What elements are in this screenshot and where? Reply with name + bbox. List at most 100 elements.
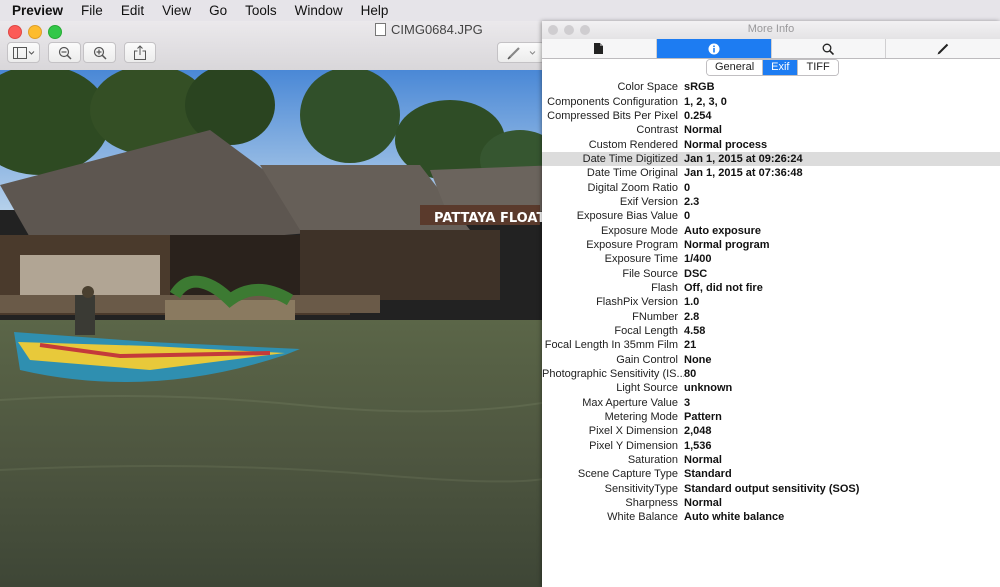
exif-property-value: Normal program [684,238,770,251]
menu-edit[interactable]: Edit [112,0,153,21]
info-panel-titlebar: More Info [542,21,1000,39]
exif-property-value: 1/400 [684,253,712,266]
exif-property-row[interactable]: Compressed Bits Per Pixel 0.254 [542,109,1000,123]
markup-toolbar-button[interactable] [497,42,545,63]
info-icon [708,43,720,54]
exif-property-key: Exposure Time [604,253,678,266]
window-title: CIMG0684.JPG [375,22,483,37]
exif-property-row[interactable]: Pixel X Dimension 2,048 [542,424,1000,438]
sidebar-toggle-button[interactable] [7,42,40,63]
segment-tiff[interactable]: TIFF [798,60,838,75]
menu-window[interactable]: Window [286,0,352,21]
exif-property-row[interactable]: Date Time Digitized Jan 1, 2015 at 09:26:… [542,151,1000,167]
exif-property-value: 4.58 [684,325,706,338]
segment-general[interactable]: General [707,60,764,75]
exif-property-key: SensitivityType [604,482,678,495]
exif-property-row[interactable]: Exif Version 2.3 [542,195,1000,209]
menu-tools[interactable]: Tools [236,0,286,21]
exif-property-row[interactable]: Saturation Normal [542,453,1000,467]
exif-property-value: 3 [684,396,691,409]
jpeg-file-icon [375,23,386,36]
exif-property-row[interactable]: White Balance Auto white balance [542,510,1000,524]
close-window-button[interactable] [8,25,22,39]
exif-property-key: Gain Control [616,353,678,366]
exif-property-value: 2.8 [684,310,700,323]
exif-property-row[interactable]: FlashPix Version 1.0 [542,295,1000,309]
exif-property-value: Jan 1, 2015 at 09:26:24 [684,152,803,165]
exif-property-key: Photographic Sensitivity (IS... [542,368,684,381]
exif-property-row[interactable]: File Source DSC [542,266,1000,280]
tab-annotations[interactable] [886,39,1000,58]
exif-property-row[interactable]: Contrast Normal [542,123,1000,137]
exif-property-row[interactable]: Exposure Mode Auto exposure [542,223,1000,237]
floating-market-photo: PATTAYA FLOATING [0,70,560,587]
exif-property-value: Standard [684,468,732,481]
share-button[interactable] [124,42,156,63]
exif-property-key: FlashPix Version [596,296,678,309]
exif-property-key: Digital Zoom Ratio [587,181,678,194]
exif-property-key: Light Source [616,382,678,395]
exif-property-value: 21 [684,339,697,352]
exif-property-row[interactable]: Metering Mode Pattern [542,410,1000,424]
document-icon [594,43,604,54]
zoom-window-button[interactable] [48,25,62,39]
exif-property-row[interactable]: Focal Length In 35mm Film 21 [542,338,1000,352]
exif-segment-control: General Exif TIFF [706,59,839,76]
exif-property-row[interactable]: Flash Off, did not fire [542,281,1000,295]
tab-keywords[interactable] [772,39,887,58]
exif-property-row[interactable]: Light Source unknown [542,381,1000,395]
exif-property-row[interactable]: Custom Rendered Normal process [542,137,1000,151]
exif-property-value: Standard output sensitivity (SOS) [684,482,860,495]
pen-icon [507,46,536,60]
exif-property-value: Auto white balance [684,511,785,524]
exif-property-row[interactable]: SensitivityType Standard output sensitivi… [542,482,1000,496]
zoom-out-button[interactable] [48,42,81,63]
exif-property-row[interactable]: Color Space sRGB [542,80,1000,94]
exif-property-value: 0.254 [684,109,712,122]
exif-property-key: Max Aperture Value [582,396,678,409]
exif-property-key: Focal Length In 35mm Film [544,339,678,352]
exif-property-row[interactable]: Date Time Original Jan 1, 2015 at 07:36:4… [542,166,1000,180]
zoom-in-button[interactable] [83,42,116,63]
exif-property-key: Pixel Y Dimension [589,439,678,452]
exif-property-row[interactable]: Exposure Program Normal program [542,238,1000,252]
exif-property-row[interactable]: Photographic Sensitivity (IS... 80 [542,367,1000,381]
exif-property-row[interactable]: Sharpness Normal [542,496,1000,510]
exif-properties-table: Color Space sRGB Components Configuration 1… [542,80,1000,525]
exif-property-row[interactable]: Focal Length 4.58 [542,324,1000,338]
menu-bar: Preview File Edit View Go Tools Window H… [0,0,1000,21]
menu-view[interactable]: View [153,0,200,21]
tab-general-info[interactable] [542,39,657,58]
segment-exif[interactable]: Exif [763,60,799,75]
exif-property-value: Jan 1, 2015 at 07:36:48 [684,167,803,180]
exif-property-row[interactable]: Max Aperture Value 3 [542,396,1000,410]
exif-property-row[interactable]: FNumber 2.8 [542,310,1000,324]
exif-property-key: Date Time Original [586,167,678,180]
exif-property-key: White Balance [607,511,678,524]
photo-canvas[interactable]: PATTAYA FLOATING [0,70,560,587]
exif-property-key: File Source [622,267,678,280]
exif-property-value: Normal process [684,138,768,151]
exif-property-key: Compressed Bits Per Pixel [547,109,678,122]
exif-property-value: unknown [684,382,733,395]
exif-property-row[interactable]: Exposure Bias Value 0 [542,209,1000,223]
menu-app-preview[interactable]: Preview [0,0,72,21]
menu-help[interactable]: Help [352,0,398,21]
exif-property-row[interactable]: Digital Zoom Ratio 0 [542,180,1000,194]
exif-property-row[interactable]: Components Configuration 1, 2, 3, 0 [542,94,1000,108]
exif-property-key: Date Time Digitized [582,152,678,165]
exif-property-key: Pixel X Dimension [588,425,678,438]
menu-file[interactable]: File [72,0,112,21]
tab-more-info[interactable] [656,39,772,58]
exif-property-key: Exposure Bias Value [576,210,678,223]
exif-property-row[interactable]: Exposure Time 1/400 [542,252,1000,266]
sidebar-icon [12,46,34,59]
menu-go[interactable]: Go [200,0,236,21]
minimize-window-button[interactable] [28,25,42,39]
info-tab-bar [542,39,1000,59]
info-panel-title: More Info [747,23,795,35]
exif-property-row[interactable]: Pixel Y Dimension 1,536 [542,439,1000,453]
exif-property-row[interactable]: Gain Control None [542,353,1000,367]
exif-property-key: Exposure Program [586,238,678,251]
exif-property-row[interactable]: Scene Capture Type Standard [542,467,1000,481]
